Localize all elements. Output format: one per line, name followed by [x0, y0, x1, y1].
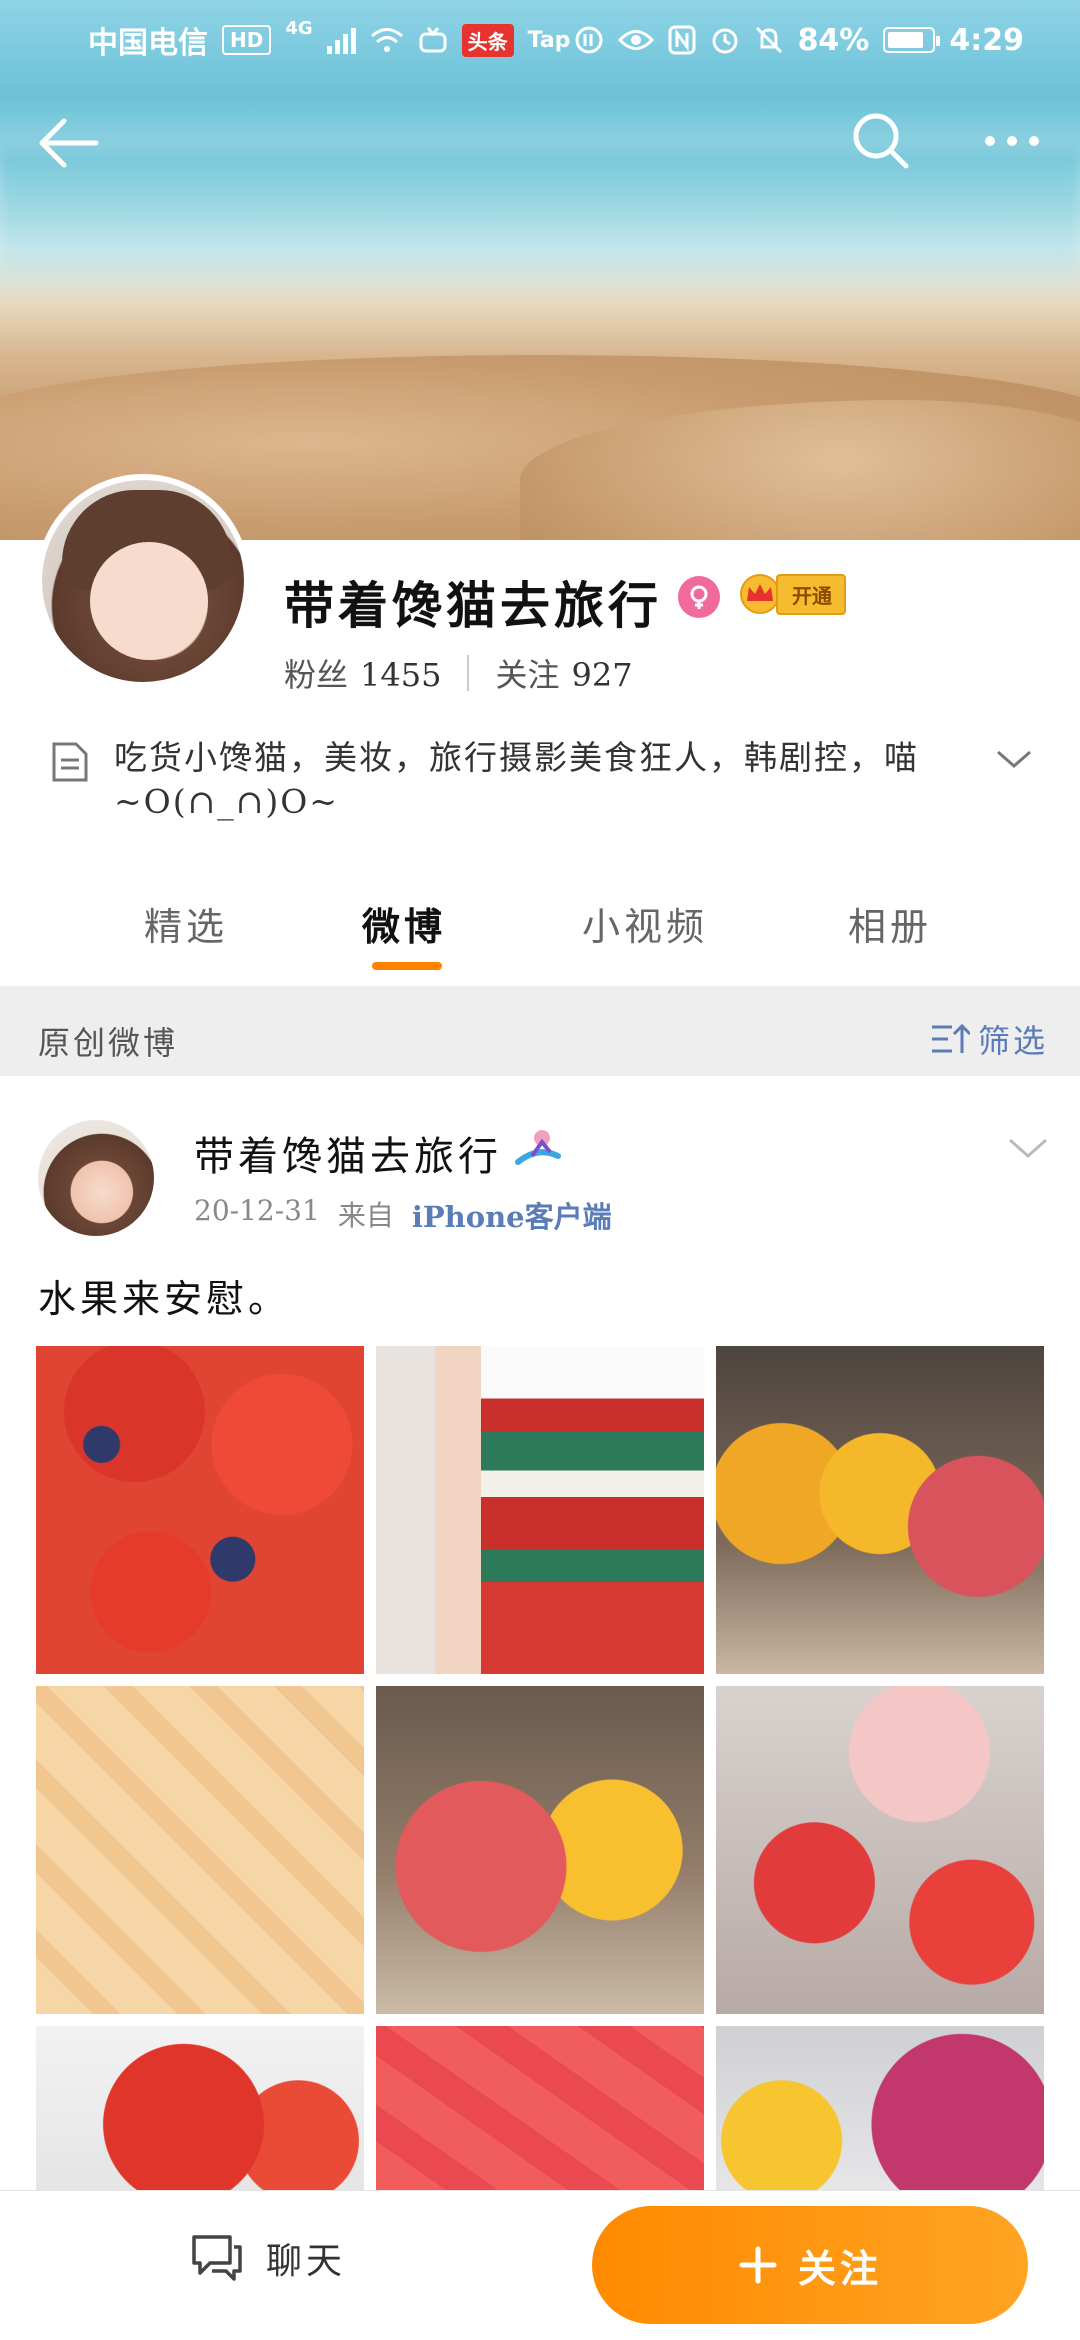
watermelon-photo[interactable] — [376, 2026, 704, 2190]
signal-icon — [326, 26, 356, 54]
post-meta: 20-12-31 来自 iPhone客户端 — [194, 1194, 612, 1236]
strawberry-icecream-photo[interactable] — [716, 1686, 1044, 2014]
follow-label: 关注 — [797, 2245, 882, 2291]
data-saver-icon — [575, 26, 603, 54]
following-stat[interactable]: 关注 927 — [495, 650, 632, 696]
post-author-name[interactable]: 带着馋猫去旅行 — [194, 1124, 502, 1182]
tab-weibo[interactable]: 微博 — [362, 896, 446, 1000]
tab-short-video[interactable]: 小视频 — [582, 896, 708, 1000]
profile-stats: 粉丝 1455 关注 927 — [284, 650, 633, 696]
battery-level — [888, 32, 924, 48]
tv-icon — [419, 27, 447, 53]
profile-tabs: 精选 微博 小视频 相册 — [0, 880, 1080, 984]
post-date: 20-12-31 — [194, 1194, 320, 1227]
filter-icon — [932, 1023, 970, 1053]
chat-icon — [192, 2235, 242, 2281]
chat-label: 聊天 — [266, 2241, 347, 2282]
post-from-label: 来自 — [337, 1199, 394, 1232]
alarm-icon — [712, 28, 738, 54]
bio-text: 吃货小馋猫，美妆，旅行摄影美食狂人，韩剧控，喵~O(∩_∩)O~ — [114, 738, 919, 821]
red-cake-photo[interactable] — [376, 1686, 704, 2014]
filter-label: 筛选 — [978, 1022, 1049, 1060]
profile-avatar[interactable] — [36, 474, 250, 688]
document-icon — [52, 742, 88, 782]
hd-badge: HD — [222, 25, 272, 55]
chat-button[interactable]: 聊天 — [190, 2232, 346, 2284]
battery-icon — [883, 27, 941, 53]
post-text: 水果来安慰。 — [38, 1277, 291, 1321]
surf-badge-icon — [515, 1130, 561, 1165]
following-label: 关注 — [495, 656, 560, 694]
dragonfruit-photo[interactable] — [716, 2026, 1044, 2190]
nfc-icon — [668, 25, 696, 55]
tab-featured[interactable]: 精选 — [144, 896, 228, 1000]
cantaloupe-photo[interactable] — [36, 1686, 364, 2014]
carrier-label: 中国电信 — [88, 26, 208, 61]
post-menu-chevron-icon[interactable] — [1006, 1134, 1050, 1164]
followers-count: 1455 — [360, 656, 442, 694]
following-count: 927 — [571, 656, 633, 694]
post-author-avatar[interactable] — [38, 1120, 154, 1236]
tab-album[interactable]: 相册 — [848, 896, 932, 1000]
plus-icon — [739, 2246, 777, 2284]
profile-name: 带着馋猫去旅行 — [284, 576, 662, 635]
followers-label: 粉丝 — [284, 656, 349, 694]
search-icon[interactable] — [846, 106, 916, 176]
eye-icon — [617, 30, 654, 50]
toutiao-icon: 头条 — [461, 23, 514, 57]
post-source-link[interactable]: iPhone客户端 — [412, 1194, 612, 1236]
mute-icon — [755, 26, 782, 54]
active-tab-indicator — [372, 962, 442, 970]
wifi-icon — [370, 28, 403, 52]
strawberry-photo[interactable] — [36, 2026, 364, 2190]
mango-dessert-photo[interactable] — [716, 1346, 1044, 1674]
followers-stat[interactable]: 粉丝 1455 — [284, 650, 441, 696]
vip-open-label: 开通 — [776, 573, 846, 615]
cover-sea — [0, 150, 1080, 290]
filter-button[interactable]: 筛选 — [930, 1016, 1048, 1062]
status-right: 84% 4:29 — [574, 23, 1024, 58]
network-type: 4G — [285, 18, 313, 39]
status-bar: 中国电信 HD 4G 头条 Tap 84% 4:29 — [0, 0, 1080, 80]
vip-badge[interactable]: 开通 — [738, 572, 846, 616]
status-left: 中国电信 HD 4G 头条 Tap — [88, 18, 570, 62]
christmas-cup-photo[interactable] — [376, 1346, 704, 1674]
chevron-down-icon[interactable] — [994, 744, 1034, 774]
filter-title: 原创微博 — [38, 1024, 179, 1062]
female-icon — [678, 576, 720, 618]
tap-icon: Tap — [527, 27, 571, 53]
stats-separator — [467, 655, 470, 691]
more-options-icon[interactable] — [972, 106, 1052, 176]
profile-cover-image — [0, 0, 1080, 540]
back-arrow-icon[interactable] — [34, 108, 104, 178]
battery-percent: 84% — [797, 22, 870, 58]
strawberry-blueberry-photo[interactable] — [36, 1346, 364, 1674]
follow-button[interactable]: 关注 — [592, 2206, 1028, 2324]
clock: 4:29 — [949, 22, 1024, 58]
